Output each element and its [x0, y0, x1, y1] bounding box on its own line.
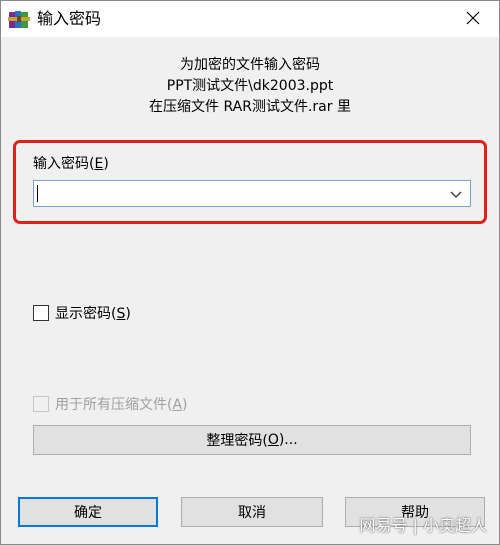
close-button[interactable] — [453, 3, 493, 35]
organize-label-suffix: )... — [278, 432, 298, 448]
window-title: 输入密码 — [37, 9, 102, 28]
organize-passwords-button[interactable]: 整理密码(O)... — [33, 425, 471, 455]
password-combobox[interactable] — [33, 180, 471, 207]
password-label-text: 输入密码( — [33, 156, 95, 172]
info-line-prompt: 为加密的文件输入密码 — [180, 57, 320, 73]
show-password-row[interactable]: 显示密码(S) — [33, 303, 131, 323]
archive-info: 为加密的文件输入密码 PPT测试文件\dk2003.ppt 在压缩文件 RAR测… — [1, 55, 499, 118]
organize-label-text: 整理密码( — [206, 433, 268, 449]
password-input[interactable] — [34, 181, 434, 206]
apply-all-row: 用于所有压缩文件(A) — [33, 394, 188, 414]
password-history-dropdown[interactable] — [444, 181, 468, 206]
password-label-suffix: ) — [103, 156, 109, 172]
apply-all-checkbox — [33, 396, 49, 412]
show-password-checkbox[interactable] — [33, 305, 49, 321]
chevron-down-icon — [450, 184, 462, 203]
organize-accesskey: O — [267, 432, 279, 448]
text-caret — [37, 185, 38, 202]
apply-all-label-suffix: ) — [182, 397, 188, 413]
show-password-label-suffix: ) — [125, 306, 131, 322]
password-label: 输入密码(E) — [33, 154, 109, 174]
apply-all-label-text: 用于所有压缩文件( — [55, 397, 173, 413]
info-line-archive: 在压缩文件 RAR测试文件.rar 里 — [149, 99, 351, 115]
password-label-accesskey: E — [94, 156, 104, 172]
info-line-file: PPT测试文件\dk2003.ppt — [166, 78, 334, 94]
show-password-label: 显示密码(S) — [55, 303, 131, 323]
cancel-button[interactable]: 取消 — [181, 497, 323, 527]
title-bar[interactable]: 输入密码 — [1, 1, 499, 37]
apply-all-accesskey: A — [172, 397, 183, 413]
show-password-label-text: 显示密码( — [55, 306, 117, 322]
password-dialog: 输入密码 为加密的文件输入密码 PPT测试文件\dk2003.ppt 在压缩文件… — [0, 0, 500, 545]
watermark-text: 网易号 | 小奥超人 — [359, 516, 487, 535]
ok-button[interactable]: 确定 — [18, 497, 158, 527]
winrar-app-icon — [8, 9, 30, 29]
apply-all-label: 用于所有压缩文件(A) — [55, 394, 188, 414]
close-icon — [466, 10, 480, 29]
